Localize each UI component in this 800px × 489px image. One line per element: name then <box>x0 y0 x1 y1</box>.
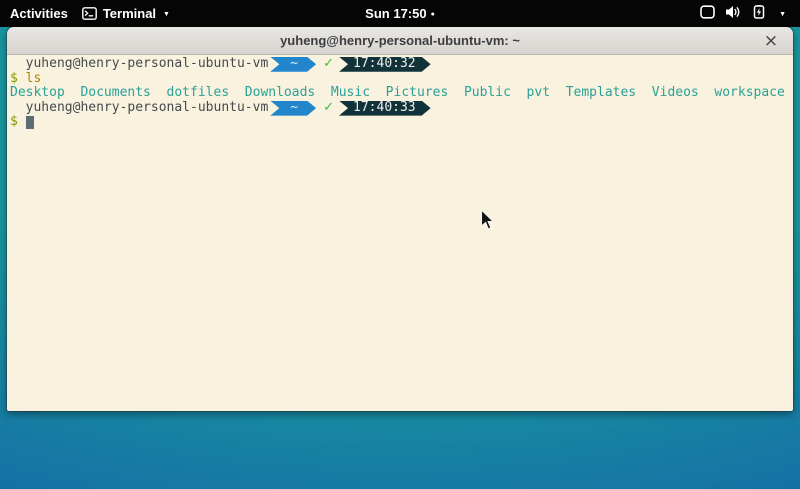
command-text: ls <box>26 72 42 87</box>
cwd-label: ~ <box>290 57 298 72</box>
volume-icon <box>725 5 742 22</box>
prompt-user: yuheng@henry-personal-ubuntu-vm <box>10 101 268 116</box>
time-label: 17:40:33 <box>353 101 416 116</box>
prompt-line: yuheng@henry-personal-ubuntu-vm ~ ✓ 17:4… <box>10 57 793 72</box>
check-icon: ✓ <box>323 57 334 72</box>
prompt-user: yuheng@henry-personal-ubuntu-vm <box>10 57 268 72</box>
terminal-content[interactable]: yuheng@henry-personal-ubuntu-vm ~ ✓ 17:4… <box>7 55 793 411</box>
window-title: yuheng@henry-personal-ubuntu-vm: ~ <box>280 33 520 48</box>
chevron-down-icon: ▼ <box>779 11 786 18</box>
powerline-cwd-segment: ~ <box>270 57 316 72</box>
window-titlebar[interactable]: yuheng@henry-personal-ubuntu-vm: ~ × <box>7 27 793 55</box>
directory-list: Desktop Documents dotfiles Downloads Mus… <box>10 86 785 101</box>
command-line: $ ls <box>10 72 793 87</box>
ls-output-line: Desktop Documents dotfiles Downloads Mus… <box>10 86 793 101</box>
app-menu-label: Terminal <box>103 6 156 21</box>
top-bar-left: Activities Terminal ▼ <box>0 0 170 27</box>
app-menu-terminal[interactable]: Terminal ▼ <box>82 0 170 27</box>
notification-dot-icon: ● <box>431 11 435 18</box>
close-button[interactable]: × <box>759 27 783 54</box>
input-line[interactable]: $ <box>10 115 793 130</box>
powerline-time-segment: 17:40:32 <box>339 57 431 72</box>
clock-label: Sun 17:50 <box>365 6 426 21</box>
activities-button[interactable]: Activities <box>10 0 68 27</box>
terminal-cursor <box>26 116 34 129</box>
time-label: 17:40:32 <box>353 57 416 72</box>
space <box>18 72 26 87</box>
activities-label: Activities <box>10 6 68 21</box>
display-icon <box>700 5 715 22</box>
battery-charging-icon <box>752 5 768 22</box>
terminal-icon <box>82 7 97 20</box>
prompt-line: yuheng@henry-personal-ubuntu-vm ~ ✓ 17:4… <box>10 101 793 116</box>
powerline-time-segment: 17:40:33 <box>339 101 431 116</box>
prompt-dollar: $ <box>10 72 18 87</box>
check-icon: ✓ <box>323 101 334 116</box>
cwd-label: ~ <box>290 101 298 116</box>
prompt-dollar: $ <box>10 115 18 130</box>
top-bar: Activities Terminal ▼ Sun 17:50 ● <box>0 0 800 27</box>
chevron-down-icon: ▼ <box>163 11 170 18</box>
system-status-area[interactable]: ▼ <box>700 0 786 27</box>
space <box>18 115 26 130</box>
powerline-cwd-segment: ~ <box>270 101 316 116</box>
terminal-window: yuheng@henry-personal-ubuntu-vm: ~ × yuh… <box>7 27 793 411</box>
